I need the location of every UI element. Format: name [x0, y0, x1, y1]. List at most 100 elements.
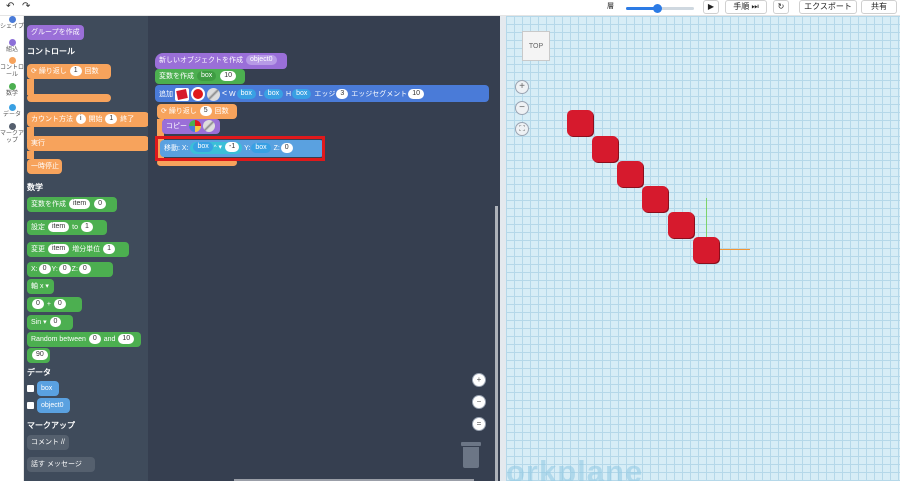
plus-icon[interactable]: +	[515, 80, 529, 94]
repeat-block[interactable]: ⟳ 繰り返し 1 回数	[27, 64, 111, 79]
arith-b[interactable]: 0	[53, 299, 66, 310]
fit-icon[interactable]: ⛶	[515, 122, 529, 136]
shape-cube[interactable]	[668, 212, 694, 238]
redo-arrow-icon[interactable]: ↷	[22, 0, 30, 14]
sin-block[interactable]: Sin ▾ 0	[27, 315, 73, 330]
view-cube[interactable]: TOP	[522, 31, 550, 61]
3d-viewport[interactable]: TOP + − ⛶ orkplane	[506, 16, 900, 481]
set-var-value[interactable]: 1	[80, 222, 93, 233]
count-var[interactable]: i	[75, 114, 86, 125]
repeat-count[interactable]: 5	[199, 106, 212, 117]
h-label: H	[286, 91, 292, 98]
rail-item-5[interactable]: マークアップ	[0, 123, 24, 145]
hole-toggle-icon[interactable]	[202, 120, 215, 133]
add-shape-block[interactable]: 追加 < Wbox Lbox Hbox エッジ 3 エッジセグメント 10	[155, 85, 489, 102]
change-variable-block[interactable]: 変更 item 増分単位 1	[27, 242, 129, 257]
say-block[interactable]: 話す メッセージ	[27, 457, 95, 472]
create-variable-block[interactable]: 変数を作成 box 10	[155, 69, 245, 84]
count-start[interactable]: 1	[105, 114, 118, 125]
box-variable-block[interactable]: box	[37, 381, 59, 396]
sin-value[interactable]: 0	[49, 317, 62, 328]
rail-item-2[interactable]: コントロール	[0, 57, 24, 79]
play-button[interactable]: ▶	[703, 0, 719, 14]
trash-icon[interactable]	[461, 442, 481, 468]
number-value[interactable]: 90	[32, 350, 48, 361]
xyz-y[interactable]: 0	[58, 264, 71, 275]
pause-block[interactable]: 一時停止	[27, 159, 62, 174]
object0-variable-block[interactable]: object0	[37, 398, 70, 413]
rail-item-3[interactable]: 数学	[0, 83, 24, 98]
object-name[interactable]: object0	[245, 55, 277, 66]
random-b[interactable]: 10	[118, 334, 135, 345]
reset-button[interactable]: ↻	[773, 0, 789, 14]
rail-item-1[interactable]: 組込	[0, 39, 24, 54]
arithmetic-block[interactable]: 0 + 0	[27, 297, 82, 312]
w-value[interactable]: box	[236, 89, 256, 100]
shape-cube[interactable]	[617, 161, 643, 187]
change-var-name[interactable]: item	[47, 244, 70, 255]
zoom-in-icon[interactable]: +	[472, 373, 486, 387]
export-button[interactable]: エクスポート	[799, 0, 857, 14]
step-button[interactable]: 手順 ⏭	[725, 0, 767, 14]
create-var-name[interactable]: item	[68, 199, 91, 210]
count-with-block[interactable]: カウント方法 i 開始 1 終了	[27, 112, 148, 127]
set-var-name[interactable]: item	[47, 222, 70, 233]
xyz-x[interactable]: 0	[38, 264, 51, 275]
shape-cube[interactable]	[567, 110, 593, 136]
create-var-label: 変数を作成	[159, 73, 194, 80]
color-swatch-icon[interactable]	[190, 87, 205, 102]
arith-op[interactable]: +	[47, 301, 51, 308]
play-icon: ▶	[707, 2, 715, 11]
edge-value[interactable]: 3	[336, 89, 349, 100]
create-variable-block[interactable]: 変数を作成 item 0	[27, 197, 117, 212]
create-var-value[interactable]: 10	[220, 71, 236, 82]
rail-item-0[interactable]: シェイプ	[0, 16, 24, 31]
repeat-block-arm	[27, 79, 34, 95]
arith-a[interactable]: 0	[32, 299, 44, 310]
pace-slider[interactable]	[626, 4, 694, 13]
segment-value[interactable]: 10	[408, 89, 425, 100]
say-text[interactable]: メッセージ	[47, 461, 82, 468]
object0-checkbox[interactable]	[27, 402, 34, 409]
create-var-name[interactable]: box	[196, 71, 217, 82]
shape-cube[interactable]	[693, 237, 719, 263]
comment-block[interactable]: コメント //	[27, 435, 69, 450]
reset-icon: ↻	[777, 2, 785, 11]
l-value[interactable]: box	[263, 89, 284, 100]
box-shape-icon[interactable]	[174, 87, 189, 101]
xyz-block[interactable]: X: 0 Y: 0 Z: 0	[27, 262, 113, 277]
shape-cube[interactable]	[642, 186, 668, 212]
hole-toggle-icon[interactable]	[206, 87, 220, 101]
run-block[interactable]: 実行	[27, 136, 148, 151]
rail-dot-icon	[8, 83, 16, 90]
minus-icon[interactable]: −	[515, 101, 529, 115]
axis-block[interactable]: 軸 x ▾	[27, 279, 54, 294]
workspace-scrollbar[interactable]	[495, 206, 498, 481]
color-wheel-icon[interactable]	[188, 120, 201, 133]
set-variable-block[interactable]: 設定 item to 1	[27, 220, 107, 235]
undo-arrow-icon[interactable]: ↶	[6, 0, 14, 14]
rail-dot-icon	[8, 104, 16, 111]
rail-item-4[interactable]: データ	[0, 104, 24, 119]
shape-cube[interactable]	[592, 136, 618, 162]
h-value[interactable]: box	[292, 89, 312, 100]
create-var-value[interactable]: 0	[94, 199, 107, 210]
share-button[interactable]: 共有	[861, 0, 897, 14]
number-block[interactable]: 90	[27, 348, 50, 363]
xyz-z[interactable]: 0	[78, 264, 91, 275]
chevron-left-icon[interactable]: <	[222, 88, 227, 98]
zoom-out-icon[interactable]: −	[472, 395, 486, 409]
random-a[interactable]: 0	[88, 334, 101, 345]
repeat-count[interactable]: 1	[69, 66, 82, 77]
change-var-value[interactable]: 1	[103, 244, 115, 255]
sin-label: Sin	[31, 319, 42, 326]
pace-slider-knob[interactable]	[652, 4, 662, 13]
equals-icon[interactable]: =	[472, 417, 486, 431]
random-between-block[interactable]: Random between 0 and 10	[27, 332, 141, 347]
repeat-block[interactable]: ⟳ 繰り返し 5 回数	[157, 104, 237, 119]
box-checkbox[interactable]	[27, 385, 34, 392]
group-create-block[interactable]: グループを作成	[27, 25, 84, 40]
copy-block[interactable]: コピー	[162, 119, 220, 134]
create-object-block[interactable]: 新しいオブジェクトを作成 object0	[155, 53, 287, 69]
code-workspace[interactable]: 新しいオブジェクトを作成 object0 変数を作成 box 10 追加 < W…	[148, 16, 500, 481]
